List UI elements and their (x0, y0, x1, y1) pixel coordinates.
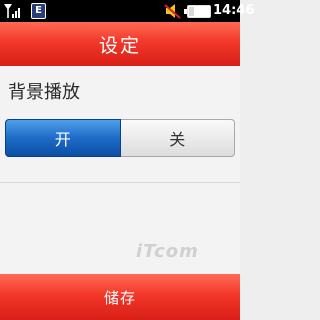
toggle-off-button[interactable]: 关 (120, 119, 235, 157)
toggle-on-button[interactable]: 开 (5, 119, 121, 157)
divider (0, 182, 240, 183)
watermark: iTcom (136, 241, 199, 262)
page-title: 设定 (98, 34, 141, 57)
save-button[interactable]: 储存 (104, 287, 136, 308)
background-play-toggle: 开 关 (5, 119, 235, 157)
status-bar: E 14:46 (0, 0, 255, 22)
title-bar: 设定 (0, 22, 240, 66)
background-play-label: 背景播放 (8, 82, 80, 103)
settings-content: 背景播放 开 关 iTcom (0, 66, 240, 274)
network-type-badge: E (31, 3, 46, 19)
battery-icon (184, 5, 211, 18)
status-time: 14:46 (213, 3, 255, 18)
softkey-bar: 储存 (0, 274, 240, 320)
signal-antenna-icon (4, 4, 20, 18)
speaker-muted-icon (164, 4, 181, 19)
